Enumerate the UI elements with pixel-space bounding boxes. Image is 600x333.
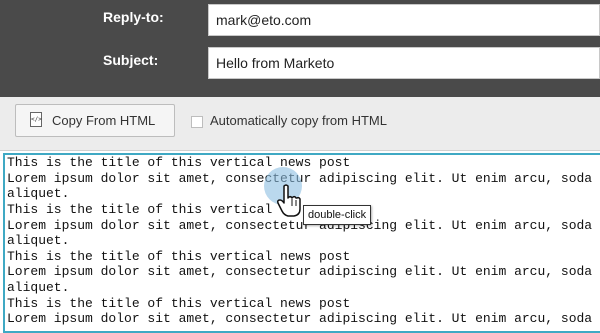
editor-line: aliquet. <box>7 280 70 295</box>
editor-line: aliquet. <box>7 233 70 248</box>
html-file-icon: </> <box>30 112 42 127</box>
editor-line: Lorem ipsum dolor sit amet, consectetur … <box>7 311 593 326</box>
editor-line: This is the title of this vertical news … <box>7 155 351 170</box>
editor-line: This is the title of this vertical news … <box>7 249 351 264</box>
reply-to-input[interactable]: mark@eto.com <box>208 4 600 36</box>
editor-line: Lorem ipsum dolor sit amet, consectetur … <box>7 264 593 279</box>
auto-copy-checkbox[interactable] <box>191 116 203 128</box>
editor-line: aliquet. <box>7 186 70 201</box>
subject-input[interactable]: Hello from Marketo <box>208 47 600 79</box>
copy-from-html-button[interactable]: </> Copy From HTML <box>15 104 175 137</box>
reply-to-label: Reply-to: <box>103 9 164 25</box>
auto-copy-label[interactable]: Automatically copy from HTML <box>210 113 387 128</box>
editor-line: This is the title of this vertical news … <box>7 296 351 311</box>
subject-label: Subject: <box>103 52 159 68</box>
plain-text-editor[interactable]: This is the title of this vertical news … <box>3 153 600 333</box>
copy-from-html-label: Copy From HTML <box>52 113 156 128</box>
hand-pointer-icon <box>276 184 306 223</box>
email-settings-header: Reply-to: mark@eto.com Subject: Hello fr… <box>0 0 600 97</box>
editor-toolbar: </> Copy From HTML Automatically copy fr… <box>0 97 600 151</box>
double-click-tooltip: double-click <box>303 205 372 225</box>
editor-line: This is the title of this vertical <box>7 202 273 217</box>
